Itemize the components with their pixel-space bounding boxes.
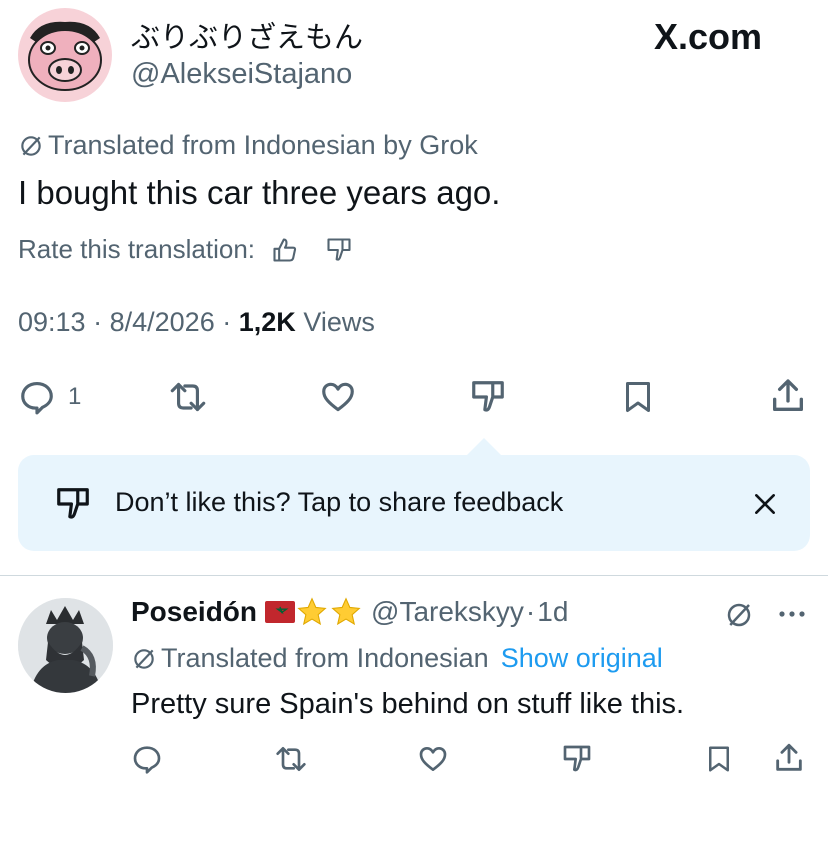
share-icon: [776, 743, 802, 771]
feedback-banner[interactable]: Don’t like this? Tap to share feedback: [18, 455, 810, 551]
tweet-time: 09:13: [18, 307, 86, 337]
reply-bookmark-button[interactable]: [704, 743, 734, 775]
retweet-icon: [276, 747, 306, 771]
share-icon: [773, 379, 803, 411]
meta-separator: ·: [222, 307, 232, 337]
reply-like-button[interactable]: [416, 743, 450, 775]
reply-count: 1: [68, 383, 82, 410]
statue-avatar-icon: [18, 598, 113, 693]
like-button[interactable]: [318, 378, 358, 416]
user-handle[interactable]: @AlekseiStajano: [131, 58, 352, 91]
x-watermark: X.com: [654, 16, 762, 58]
bookmark-icon: [709, 746, 729, 772]
reply-avatar[interactable]: [18, 598, 113, 693]
tweet-meta: 09:13 · 8/4/2026 · 1,2K Views: [18, 307, 375, 338]
thumbs-down-icon: [472, 381, 504, 412]
translate-icon: [134, 648, 154, 669]
bookmark-button[interactable]: [620, 378, 656, 416]
reply-text: Pretty sure Spain's behind on stuff like…: [131, 688, 685, 720]
reply-reply-button[interactable]: [131, 743, 163, 775]
reply-share-button[interactable]: [772, 741, 806, 775]
reply-retweet-button[interactable]: [272, 743, 310, 775]
thumbs-up-icon[interactable]: [271, 236, 299, 264]
reply-separator: ·: [525, 596, 536, 627]
avatar[interactable]: [18, 8, 112, 102]
tweet-text: I bought this car three years ago.: [18, 174, 501, 211]
translation-label: Translated from Indonesian by Grok: [48, 130, 478, 160]
banner-pointer: [466, 438, 502, 456]
share-button[interactable]: [768, 376, 808, 416]
reply-handle[interactable]: @Tarekskyy: [371, 596, 524, 628]
bookmark-icon: [626, 382, 650, 412]
reply-translation-label: Translated from Indonesian: [161, 643, 489, 673]
thumbs-down-icon: [563, 745, 591, 772]
translation-note: Translated from Indonesian by Grok: [18, 130, 478, 161]
reply-button[interactable]: 1: [18, 378, 81, 416]
reply-display-name[interactable]: Poseidón: [131, 596, 257, 628]
thumbs-down-icon: [57, 488, 89, 519]
retweet-button[interactable]: [166, 378, 210, 416]
star-icon: [331, 597, 361, 626]
meta-separator: ·: [93, 307, 103, 337]
x-logo-text: X.com: [654, 16, 763, 57]
heart-icon: [322, 382, 354, 412]
translate-icon[interactable]: [724, 600, 754, 630]
views-label: Views: [303, 307, 375, 337]
reply-icon: [133, 746, 161, 774]
reply-translation-note: Translated from Indonesian Show original: [131, 643, 663, 674]
retweet-icon: [170, 382, 206, 412]
dislike-button[interactable]: [468, 378, 508, 416]
heart-icon: [419, 747, 447, 771]
show-original-link[interactable]: Show original: [501, 643, 663, 674]
pig-avatar-icon: [18, 8, 112, 102]
translate-icon: [21, 135, 41, 156]
close-icon[interactable]: [752, 491, 778, 517]
reply-dislike-button[interactable]: [560, 743, 594, 775]
feedback-banner-text[interactable]: Don’t like this? Tap to share feedback: [115, 487, 563, 518]
reply-time: 1d: [537, 596, 569, 627]
divider: [0, 575, 828, 576]
reply-header: Poseidón @Tarekskyy · 1d: [131, 596, 568, 628]
star-icon: [297, 597, 327, 626]
rate-translation: Rate this translation:: [18, 234, 353, 265]
more-options-icon[interactable]: [776, 606, 808, 622]
thumbs-down-icon[interactable]: [325, 236, 353, 264]
display-name[interactable]: ぶりぶりざえもん: [131, 14, 363, 56]
reply-icon: [21, 381, 53, 415]
rate-label: Rate this translation:: [18, 234, 256, 264]
views-count: 1,2K: [238, 307, 296, 337]
flag-morocco-icon: [265, 601, 296, 623]
tweet-date: 8/4/2026: [109, 307, 215, 337]
